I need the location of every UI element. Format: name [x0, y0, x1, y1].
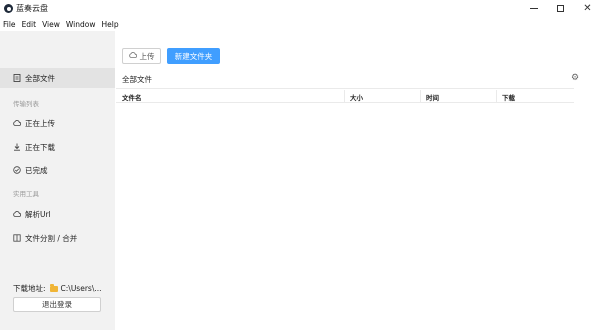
sidebar-item-label: 正在上传	[25, 118, 55, 128]
menu-window[interactable]: Window	[66, 20, 96, 29]
column-divider	[496, 90, 497, 102]
column-divider	[420, 90, 421, 102]
settings-gear-icon[interactable]: ⚙	[571, 73, 579, 83]
main-content: 上传 新建文件夹 全部文件 ⚙ 文件名 大小 时间 下载	[115, 31, 600, 330]
new-folder-button[interactable]: 新建文件夹	[167, 48, 220, 64]
menu-file[interactable]: File	[3, 20, 16, 29]
sidebar-item-uploading[interactable]: 正在上传	[0, 113, 115, 133]
column-header-size[interactable]: 大小	[350, 92, 363, 102]
column-header-download[interactable]: 下载	[502, 92, 515, 102]
cloud-upload-icon	[128, 51, 137, 61]
section-tools-title: 实用工具	[13, 190, 39, 198]
sidebar: 全部文件 传输列表 正在上传 正在下载 已完成 实用工具 解析Url 文件分割 …	[0, 31, 115, 330]
sidebar-item-completed[interactable]: 已完成	[0, 160, 115, 180]
sidebar-item-split-merge[interactable]: 文件分割 / 合并	[0, 228, 115, 248]
column-divider	[344, 90, 345, 102]
upload-button-label: 上传	[139, 51, 155, 61]
sidebar-item-label: 正在下载	[25, 142, 55, 152]
folder-icon	[49, 284, 58, 292]
menu-bar: File Edit View Window Help	[0, 17, 600, 31]
window-title: 蓝奏云盘	[16, 4, 48, 13]
sidebar-item-label: 解析Url	[25, 209, 51, 219]
logout-button[interactable]: 退出登录	[13, 297, 101, 312]
sidebar-item-downloading[interactable]: 正在下载	[0, 137, 115, 157]
app-logo-icon	[4, 4, 13, 13]
download-icon	[13, 143, 21, 151]
maximize-icon	[557, 5, 564, 12]
upload-button[interactable]: 上传	[122, 48, 161, 64]
title-bar: 蓝奏云盘 ✕	[0, 0, 600, 17]
check-circle-icon	[13, 166, 21, 174]
menu-help[interactable]: Help	[101, 20, 118, 29]
sidebar-item-label: 全部文件	[25, 73, 55, 83]
column-header-name[interactable]: 文件名	[122, 92, 142, 102]
maximize-button[interactable]	[547, 0, 574, 17]
file-list-empty-area	[116, 103, 574, 330]
sidebar-item-label: 文件分割 / 合并	[25, 233, 78, 243]
cloud-upload-icon	[13, 119, 21, 127]
minimize-button[interactable]	[520, 0, 547, 17]
menu-edit[interactable]: Edit	[22, 20, 37, 29]
download-path-label: 下载地址:	[13, 284, 46, 293]
cloud-icon	[13, 210, 21, 218]
section-transfer-title: 传输列表	[13, 100, 39, 108]
file-table-header: 文件名 大小 时间 下载	[116, 88, 574, 103]
download-path-value[interactable]: C:\Users\...	[61, 284, 102, 293]
download-path: 下载地址: C:\Users\...	[13, 283, 102, 294]
file-icon	[13, 74, 21, 82]
sidebar-item-label: 已完成	[25, 165, 48, 175]
close-icon: ✕	[583, 3, 592, 14]
column-header-time[interactable]: 时间	[426, 92, 439, 102]
split-file-icon	[13, 234, 21, 242]
sidebar-item-all-files[interactable]: 全部文件	[0, 68, 115, 88]
breadcrumb[interactable]: 全部文件	[122, 74, 152, 85]
minimize-icon	[529, 8, 538, 9]
close-button[interactable]: ✕	[574, 0, 600, 17]
menu-view[interactable]: View	[42, 20, 60, 29]
sidebar-item-parse-url[interactable]: 解析Url	[0, 204, 115, 224]
